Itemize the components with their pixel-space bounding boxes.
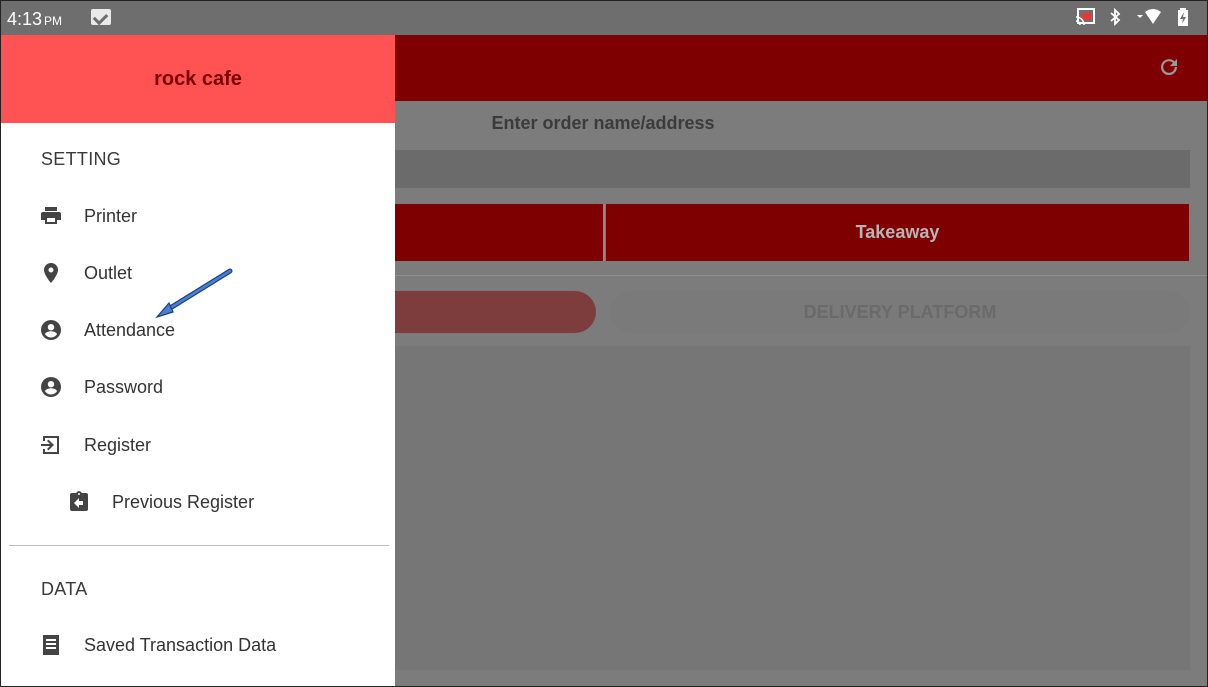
location-pin-icon <box>39 261 63 285</box>
clipboard-back-icon <box>67 490 91 514</box>
drawer-divider <box>9 545 389 546</box>
menu-item-label: Saved Transaction Data <box>84 634 277 655</box>
delivery-platform-tab[interactable]: DELIVERY PLATFORM <box>610 291 1190 333</box>
menu-item-label: Previous Register <box>112 491 255 512</box>
cast-icon <box>1075 8 1095 26</box>
menu-item-saved-transaction-data[interactable]: Saved Transaction Data <box>1 621 395 669</box>
menu-item-previous-register[interactable]: Previous Register <box>1 478 395 526</box>
wifi-icon <box>1137 9 1161 24</box>
menu-item-outlet[interactable]: Outlet <box>1 249 395 297</box>
account-circle-icon <box>39 318 63 342</box>
battery-charging-icon <box>1178 8 1188 26</box>
checkbox-notification-icon <box>91 9 111 25</box>
menu-item-label: Register <box>84 434 152 455</box>
button-divider <box>603 204 605 261</box>
screen: 4:13 PM Enter order name/address Takeawa… <box>0 0 1208 687</box>
menu-item-label: Printer <box>84 205 138 226</box>
status-bar: 4:13 PM <box>1 1 1207 35</box>
menu-item-label: Outlet <box>84 262 133 283</box>
menu-item-label: Attendance <box>84 319 176 340</box>
drawer-header: rock cafe <box>1 35 395 123</box>
menu-item-password[interactable]: Password <box>1 363 395 411</box>
order-name-input[interactable] <box>395 150 1190 188</box>
menu-item-label: Password <box>84 376 164 397</box>
orders-content-area <box>395 346 1190 670</box>
data-section-header: DATA <box>41 579 88 599</box>
tab-active-pill[interactable] <box>361 291 596 333</box>
printer-icon <box>39 204 63 228</box>
store-name: rock cafe <box>154 67 242 90</box>
bluetooth-icon <box>1110 8 1121 26</box>
setting-section-header: SETTING <box>41 149 122 169</box>
divider-line <box>395 275 1207 276</box>
refresh-icon[interactable] <box>1157 55 1181 79</box>
status-time: 4:13 PM <box>7 9 63 29</box>
status-icons <box>1075 8 1189 26</box>
takeaway-button[interactable]: Takeaway <box>606 204 1189 261</box>
order-name-label: Enter order name/address <box>491 113 715 133</box>
dine-in-button[interactable] <box>395 204 603 261</box>
menu-item-printer[interactable]: Printer <box>1 192 395 240</box>
receipt-icon <box>39 633 63 657</box>
account-circle-icon <box>39 375 63 399</box>
login-icon <box>39 433 63 457</box>
navigation-drawer: rock cafe SETTING Printer Outlet Attenda… <box>1 35 395 686</box>
menu-item-attendance[interactable]: Attendance <box>1 306 395 354</box>
menu-item-register[interactable]: Register <box>1 421 395 469</box>
